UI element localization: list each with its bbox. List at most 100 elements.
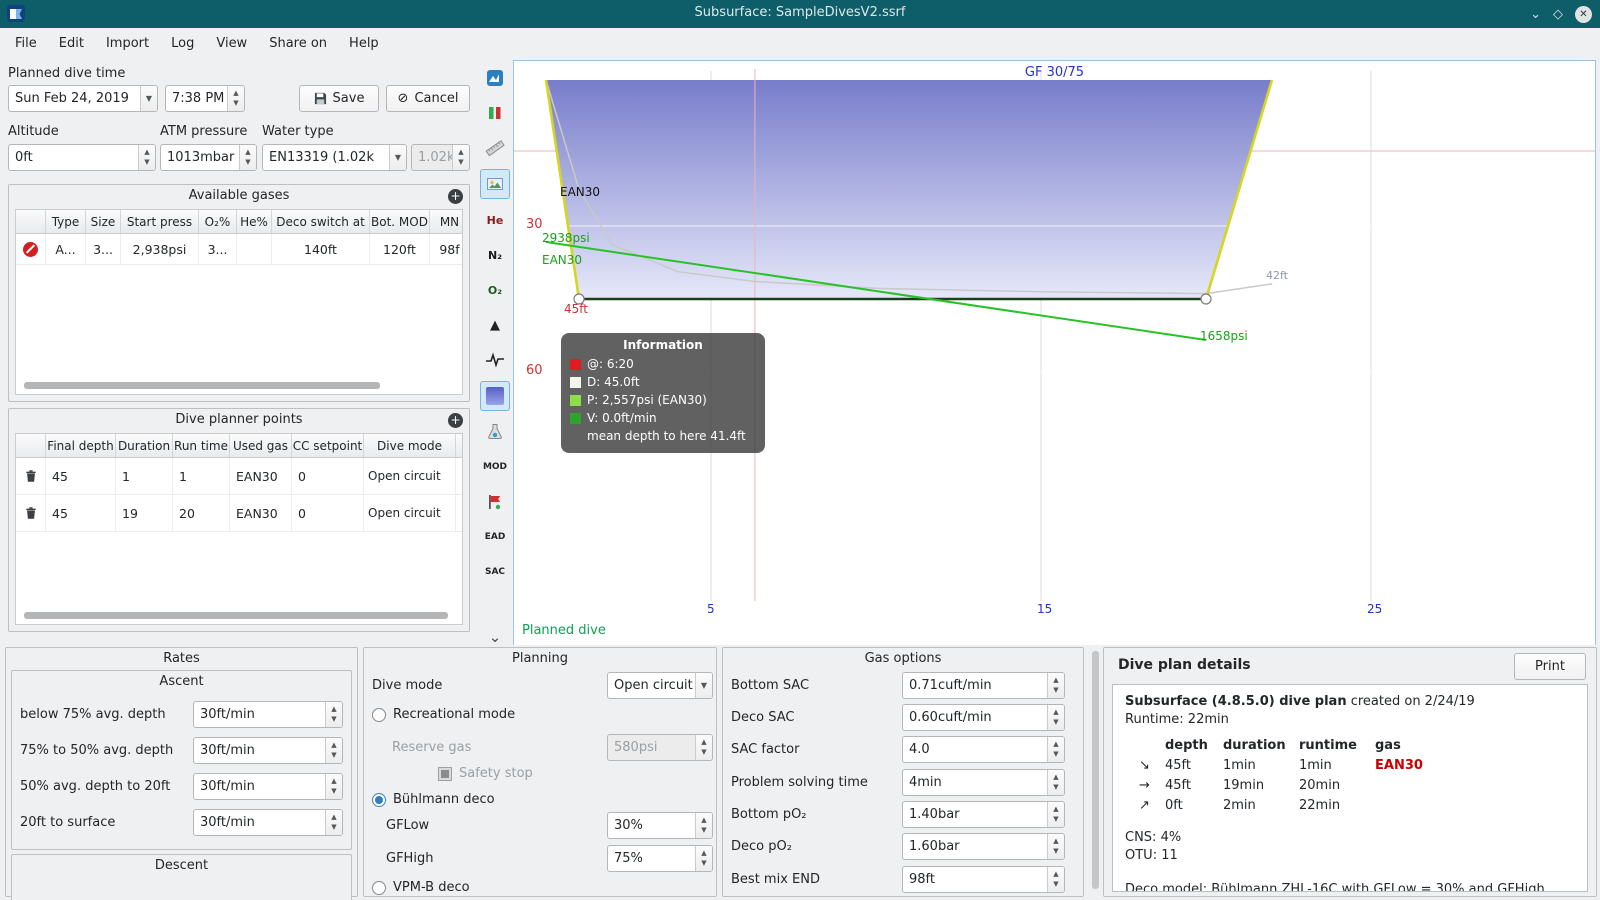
tooltip-chip: [570, 394, 581, 406]
gases-table: Type Size Start press O₂% He% Deco switc…: [15, 209, 463, 395]
menubar: File Edit Import Log View Share on Help: [0, 28, 1600, 58]
cancel-button[interactable]: ⊘ Cancel: [386, 85, 470, 112]
menu-edit[interactable]: Edit: [48, 32, 95, 55]
tooltip-title: Information: [623, 338, 703, 352]
minimize-icon[interactable]: ⌄: [1530, 8, 1541, 21]
sac-factor-input[interactable]: 4.0 ▲ ▼: [902, 736, 1065, 763]
sac-icon[interactable]: SAC: [481, 558, 509, 586]
radio-icon[interactable]: [372, 707, 386, 722]
spinner-arrows-icon[interactable]: ▲ ▼: [227, 86, 244, 111]
descent-gas-label: EAN30: [560, 185, 601, 199]
gfhigh-input[interactable]: 75% ▲ ▼: [607, 845, 713, 872]
trash-icon[interactable]: [24, 469, 38, 483]
toolbar-scroll-down-icon[interactable]: ⌄: [477, 628, 513, 646]
recreational-mode-radio[interactable]: Recreational mode: [372, 707, 515, 722]
altitude-input[interactable]: 0ft ▲ ▼: [8, 144, 156, 171]
vpmb-deco-radio[interactable]: VPM-B deco: [372, 880, 470, 895]
ascent-rate-75-50-input[interactable]: 30ft/min ▲ ▼: [193, 737, 343, 764]
dive-computer-icon[interactable]: [481, 64, 509, 92]
close-icon[interactable]: ✕: [1575, 5, 1592, 23]
radio-selected-icon[interactable]: [372, 792, 386, 807]
gases-hscrollbar[interactable]: [24, 382, 380, 389]
water-type-select[interactable]: EN13319 (1.02k ▼: [262, 144, 407, 171]
spinner-arrows-icon[interactable]: ▲ ▼: [325, 810, 342, 835]
titlebar: Subsurface: SampleDivesV2.ssrf ⌄ ◇ ✕: [0, 0, 1600, 28]
spinner-arrows-icon[interactable]: ▲ ▼: [138, 145, 155, 170]
gflow-input[interactable]: 30% ▲ ▼: [607, 812, 713, 839]
spinner-arrows-icon[interactable]: ▲ ▼: [1047, 834, 1064, 859]
dive-date-select[interactable]: Sun Feb 24, 2019 ▼: [8, 85, 158, 112]
deco-po2-input[interactable]: 1.60bar ▲ ▼: [902, 833, 1065, 860]
ead-icon[interactable]: EAD: [481, 523, 509, 551]
dive-planner-points-title: Dive planner points: [175, 412, 303, 427]
menu-view[interactable]: View: [205, 32, 258, 55]
spinner-arrows-icon[interactable]: ▲ ▼: [325, 774, 342, 799]
gas-options-box: Gas options Bottom SAC 0.71cuft/min ▲ ▼ De…: [722, 647, 1084, 897]
cylinder-pressure-icon[interactable]: [481, 99, 509, 127]
photos-icon[interactable]: [480, 169, 510, 199]
chevron-down-icon[interactable]: ▼: [140, 86, 157, 111]
print-button[interactable]: Print: [1514, 653, 1586, 680]
buhlmann-deco-radio[interactable]: Bühlmann deco: [372, 792, 495, 807]
planner-point-row[interactable]: 45 1 1 EAN30 0 Open circuit: [16, 458, 462, 495]
spinner-arrows-icon[interactable]: ▲ ▼: [695, 813, 712, 838]
planner-point-row[interactable]: 45 19 20 EAN30 0 Open circuit: [16, 495, 462, 532]
problem-solving-time-input[interactable]: 4min ▲ ▼: [902, 769, 1065, 796]
add-point-button[interactable]: +: [448, 413, 463, 428]
menu-file[interactable]: File: [4, 32, 48, 55]
menu-log[interactable]: Log: [160, 32, 205, 55]
tissues-icon[interactable]: [480, 381, 510, 411]
pp-n2-icon[interactable]: N₂: [481, 241, 509, 269]
spinner-arrows-icon[interactable]: ▲ ▼: [325, 702, 342, 727]
bottom-sac-input[interactable]: 0.71cuft/min ▲ ▼: [902, 672, 1065, 699]
spinner-arrows-icon[interactable]: ▲ ▼: [1047, 705, 1064, 730]
atm-pressure-input[interactable]: 1013mbar ▲ ▼: [160, 144, 257, 171]
dive-profile-chart[interactable]: GF 30/75 EAN30 2938psi EAN30 45ft 1658ps…: [513, 60, 1596, 646]
delete-gas-icon[interactable]: [23, 241, 38, 257]
deco-sac-input[interactable]: 0.60cuft/min ▲ ▼: [902, 704, 1065, 731]
bottom-sac-label: Bottom SAC: [731, 678, 810, 693]
salinity-icon[interactable]: [481, 418, 509, 446]
spinner-arrows-icon[interactable]: ▲ ▼: [1047, 770, 1064, 795]
spinner-arrows-icon[interactable]: ▲ ▼: [1047, 673, 1064, 698]
chevron-down-icon[interactable]: ▼: [389, 145, 406, 170]
planning-box: Planning Dive mode Open circuit ▼ Recrea…: [363, 647, 717, 897]
menu-help[interactable]: Help: [338, 32, 390, 55]
maximize-icon[interactable]: ◇: [1553, 8, 1563, 21]
menu-import[interactable]: Import: [95, 32, 160, 55]
ceiling-icon[interactable]: ▲: [481, 311, 509, 339]
pp-he-icon[interactable]: He: [481, 206, 509, 234]
spinner-arrows-icon[interactable]: ▲ ▼: [239, 145, 256, 170]
spinner-arrows-icon[interactable]: ▲ ▼: [325, 738, 342, 763]
ndl-icon[interactable]: [481, 488, 509, 516]
mod-icon[interactable]: MOD: [481, 453, 509, 481]
spinner-arrows-icon[interactable]: ▲ ▼: [1047, 737, 1064, 762]
profile-info-tooltip[interactable]: Information @: 6:20 D: 45.0ft P: 2,557psi …: [561, 333, 765, 453]
ascent-rate-20ft-surface-input[interactable]: 30ft/min ▲ ▼: [193, 809, 343, 836]
ruler-icon[interactable]: [481, 134, 509, 162]
best-mix-end-input[interactable]: 98ft ▲ ▼: [902, 866, 1065, 893]
x-tick-label: 15: [1037, 602, 1053, 616]
add-gas-button[interactable]: +: [448, 189, 463, 204]
save-button[interactable]: Save: [299, 85, 379, 112]
bottom-po2-input[interactable]: 1.40bar ▲ ▼: [902, 801, 1065, 828]
spinner-arrows-icon[interactable]: ▲ ▼: [1047, 802, 1064, 827]
spinner-arrows-icon[interactable]: ▲ ▼: [695, 846, 712, 871]
menu-share-on[interactable]: Share on: [258, 32, 338, 55]
dive-time-input[interactable]: 7:38 PM ▲ ▼: [165, 85, 245, 112]
heart-rate-icon[interactable]: [481, 346, 509, 374]
ascent-rate-below75-input[interactable]: 30ft/min ▲ ▼: [193, 701, 343, 728]
dive-mode-select[interactable]: Open circuit ▼: [607, 672, 713, 699]
gas-row[interactable]: A... 3... 2,938psi 3... 140ft 120ft 98f: [16, 234, 462, 265]
ascent-rate-50-20ft-input[interactable]: 30ft/min ▲ ▼: [193, 773, 343, 800]
chevron-down-icon[interactable]: ▼: [695, 673, 712, 698]
trash-icon[interactable]: [24, 506, 38, 520]
points-hscrollbar[interactable]: [24, 612, 448, 619]
vertical-scrollbar[interactable]: [1092, 651, 1099, 889]
pp-o2-icon[interactable]: O₂: [481, 276, 509, 304]
salinity-input: 1.02k ▲ ▼: [411, 144, 470, 171]
gas-options-title: Gas options: [864, 651, 942, 666]
pressure-gas-label: EAN30: [542, 253, 583, 267]
spinner-arrows-icon[interactable]: ▲ ▼: [1047, 867, 1064, 892]
radio-icon[interactable]: [372, 880, 386, 895]
